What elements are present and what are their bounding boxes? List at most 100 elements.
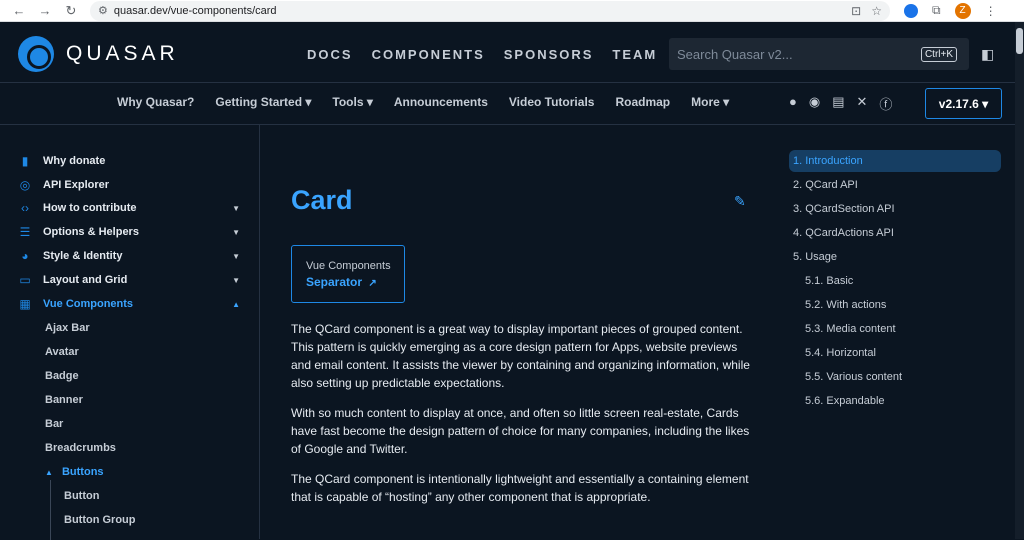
api-explorer-icon: ◎ [19,178,31,192]
related-category: Vue Components [306,260,391,272]
toc-item-basic[interactable]: 5.1. Basic [805,275,853,287]
github-icon[interactable]: ● [789,94,797,113]
logo-text: QUASAR [66,42,179,65]
nav-team[interactable]: TEAM [612,47,657,62]
quasar-logo[interactable]: QUASAR [18,36,179,72]
page-title: Card [291,185,353,215]
toc-item-introduction[interactable]: 1. Introduction [793,155,863,167]
url-text: quasar.dev/vue-components/card [113,4,277,17]
subnav-roadmap[interactable]: Roadmap [615,95,670,109]
sidebar-sub-badge[interactable]: Badge [45,370,79,382]
version-selector[interactable]: v2.17.6 ▾ [925,88,1002,119]
page-scrollbar[interactable] [1015,22,1024,539]
nav-sponsors[interactable]: SPONSORS [504,47,594,62]
toc-item-usage[interactable]: 5. Usage [793,251,837,263]
sidebar-sub-button[interactable]: Button [64,490,99,502]
extension-icon[interactable] [904,3,918,18]
code-icon: ‹› [21,201,29,215]
intro-paragraph-3: The QCard component is intentionally lig… [291,472,749,504]
sidebar-sub-avatar[interactable]: Avatar [45,346,79,358]
layout-icon: ▭ [19,273,31,287]
bookmark-star-icon[interactable]: ☆ [871,4,882,18]
related-card[interactable]: Vue Components Separator ↗ [291,245,405,303]
sidebar-sub-breadcrumbs[interactable]: Breadcrumbs [45,442,116,454]
toc-item-qcardsection-api[interactable]: 3. QCardSection API [793,203,895,215]
sidebar: ▮ Why donate ◎ API Explorer ‹› How to co… [0,125,260,540]
sidebar-item-label: API Explorer [43,179,110,191]
sidebar-item-how-to-contribute[interactable]: ‹› How to contribute ▼ [18,198,240,218]
search-input[interactable]: Search Quasar v2... Ctrl+K [669,38,969,70]
toc-item-horizontal[interactable]: 5.4. Horizontal [805,347,876,359]
chevron-down-icon: ▼ [232,251,240,261]
theme-toggle-icon[interactable]: ◧ [981,46,994,63]
sidebar-sub-buttons-label: Buttons [61,466,104,478]
sidebar-sub-ajax-bar[interactable]: Ajax Bar [45,322,90,334]
chevron-up-icon: ▲ [232,299,240,309]
intro-paragraph-2: With so much content to display at once,… [291,406,750,456]
browser-menu-icon[interactable]: ⋮ [985,4,997,18]
chevron-down-icon: ▼ [232,275,240,285]
toc-item-qcardactions-api[interactable]: 4. QCardActions API [793,227,894,239]
sidebar-item-label: Layout and Grid [43,274,128,286]
top-nav: DOCS COMPONENTS SPONSORS TEAM [307,47,657,62]
toc-item-various-content[interactable]: 5.5. Various content [805,371,902,383]
install-icon[interactable]: ⊡ [851,4,861,18]
subnav-getting-started[interactable]: Getting Started ▾ [215,95,311,109]
subnav-video-tutorials[interactable]: Video Tutorials [509,95,595,109]
palette-icon: ◕ [21,249,29,263]
toc-item-media-content[interactable]: 5.3. Media content [805,323,896,335]
reload-icon[interactable]: ↻ [58,3,84,19]
browser-toolbar: ← → ↻ ⚙ quasar.dev/vue-components/card ⊡… [0,0,1024,22]
sidebar-item-label: How to contribute [43,202,137,214]
related-link[interactable]: Separator ↗ [306,275,404,289]
sidebar-item-vue-components[interactable]: ▦ Vue Components ▲ [18,294,240,314]
nav-docs[interactable]: DOCS [307,47,353,62]
sidebar-item-options-helpers[interactable]: ☰ Options & Helpers ▼ [18,222,240,242]
x-twitter-icon[interactable]: ✕ [857,94,868,113]
tree-guide-line [50,480,51,540]
back-icon[interactable]: ← [6,3,32,18]
sidebar-item-label: Options & Helpers [43,226,139,238]
subnav-why-quasar[interactable]: Why Quasar? [117,95,194,109]
quasar-logo-icon [18,36,54,72]
sidebar-item-label: Style & Identity [43,250,123,262]
sidebar-sub-button-group[interactable]: Button Group [64,514,135,526]
sidebar-sub-bar[interactable]: Bar [45,418,63,430]
sidebar-sub-buttons[interactable]: ▲ Buttons [45,466,104,478]
scrollbar-thumb[interactable] [1016,28,1023,54]
toc-item-with-actions[interactable]: 5.2. With actions [805,299,886,311]
sidebar-item-why-donate[interactable]: ▮ Why donate [18,151,240,171]
forward-icon[interactable]: → [32,3,58,18]
related-link-label: Separator [306,275,363,289]
edit-pencil-icon[interactable]: ✎ [734,193,746,210]
chevron-down-icon: ▼ [232,203,240,213]
search-shortcut-badge: Ctrl+K [920,46,957,62]
sidebar-sub-banner[interactable]: Banner [45,394,83,406]
profile-avatar[interactable]: Z [954,2,971,19]
site-settings-icon[interactable]: ⚙ [98,4,108,17]
chevron-up-icon: ▲ [45,468,53,477]
sidebar-item-layout-grid[interactable]: ▭ Layout and Grid ▼ [18,270,240,290]
subnav-more[interactable]: More ▾ [691,95,729,109]
forum-icon[interactable]: ▤ [832,94,844,113]
nav-components[interactable]: COMPONENTS [372,47,485,62]
sidebar-item-label: Why donate [43,155,106,167]
subnav-tools[interactable]: Tools ▾ [332,95,372,109]
intro-paragraph-1: The QCard component is a great way to di… [291,322,750,390]
toc-item-qcard-api[interactable]: 2. QCard API [793,179,858,191]
toc-item-expandable[interactable]: 5.6. Expandable [805,395,885,407]
discord-icon[interactable]: ◉ [809,94,820,113]
extensions-puzzle-icon[interactable]: ⧉ [932,3,941,18]
sidebar-item-api-explorer[interactable]: ◎ API Explorer [18,175,240,195]
widgets-icon: ▦ [19,297,31,311]
sidebar-item-style-identity[interactable]: ◕ Style & Identity ▼ [18,246,240,266]
address-bar[interactable]: ⚙ quasar.dev/vue-components/card ⊡ ☆ [90,0,890,21]
donate-icon: ▮ [21,154,29,168]
sidebar-item-label: Vue Components [43,298,134,310]
facebook-icon[interactable]: ⓕ [879,94,892,113]
chevron-down-icon: ▼ [232,227,240,237]
subnav-announcements[interactable]: Announcements [394,95,488,109]
secondary-nav: Why Quasar? Getting Started ▾ Tools ▾ An… [0,83,1024,125]
external-link-icon: ↗ [368,278,377,289]
search-placeholder: Search Quasar v2... [677,46,793,62]
